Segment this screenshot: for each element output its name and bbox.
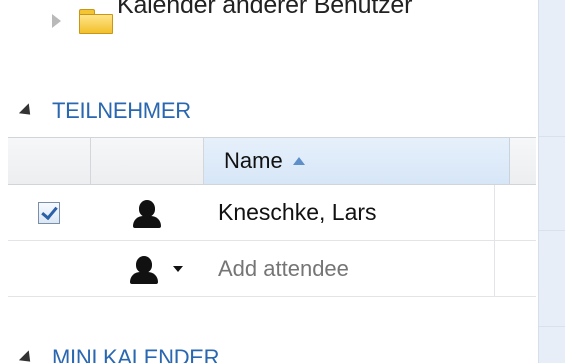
chevron-down-icon[interactable] xyxy=(173,265,183,272)
column-header-name-label: Name xyxy=(224,148,283,173)
mini-calendar-section-header[interactable]: MINI KALENDER xyxy=(18,343,220,363)
person-icon xyxy=(129,254,159,284)
add-attendee-row[interactable] xyxy=(8,241,536,297)
sidebar-panel: Kalender anderer Benutzer TEILNEHMER Nam… xyxy=(0,0,538,363)
folder-icon xyxy=(79,7,113,34)
column-header-type[interactable] xyxy=(91,138,204,184)
mini-calendar-section-title: MINI KALENDER xyxy=(52,345,220,363)
participants-section-title: TEILNEHMER xyxy=(52,98,191,123)
collapse-arrow-icon[interactable] xyxy=(18,102,36,120)
person-icon xyxy=(132,198,162,228)
add-attendee-input[interactable] xyxy=(218,255,478,282)
participant-checkbox[interactable] xyxy=(38,201,60,224)
sort-ascending-icon xyxy=(292,157,305,165)
tree-item-other-users-calendars[interactable]: Kalender anderer Benutzer xyxy=(52,0,412,40)
participants-section-header[interactable]: TEILNEHMER xyxy=(18,96,191,126)
column-header-check[interactable] xyxy=(8,138,91,184)
column-header-name[interactable]: Name xyxy=(204,138,510,184)
participant-row[interactable]: Kneschke, Lars xyxy=(8,185,536,241)
participant-name: Kneschke, Lars xyxy=(218,199,377,225)
grid-header: Name xyxy=(8,137,536,185)
tree-item-label: Kalender anderer Benutzer xyxy=(117,0,413,19)
column-header-filler xyxy=(510,138,536,184)
right-pane-edge xyxy=(538,0,565,363)
collapse-arrow-icon[interactable] xyxy=(18,349,36,363)
participants-grid: Name Kneschke, Lars xyxy=(8,137,536,297)
expand-arrow-icon[interactable] xyxy=(52,14,61,28)
